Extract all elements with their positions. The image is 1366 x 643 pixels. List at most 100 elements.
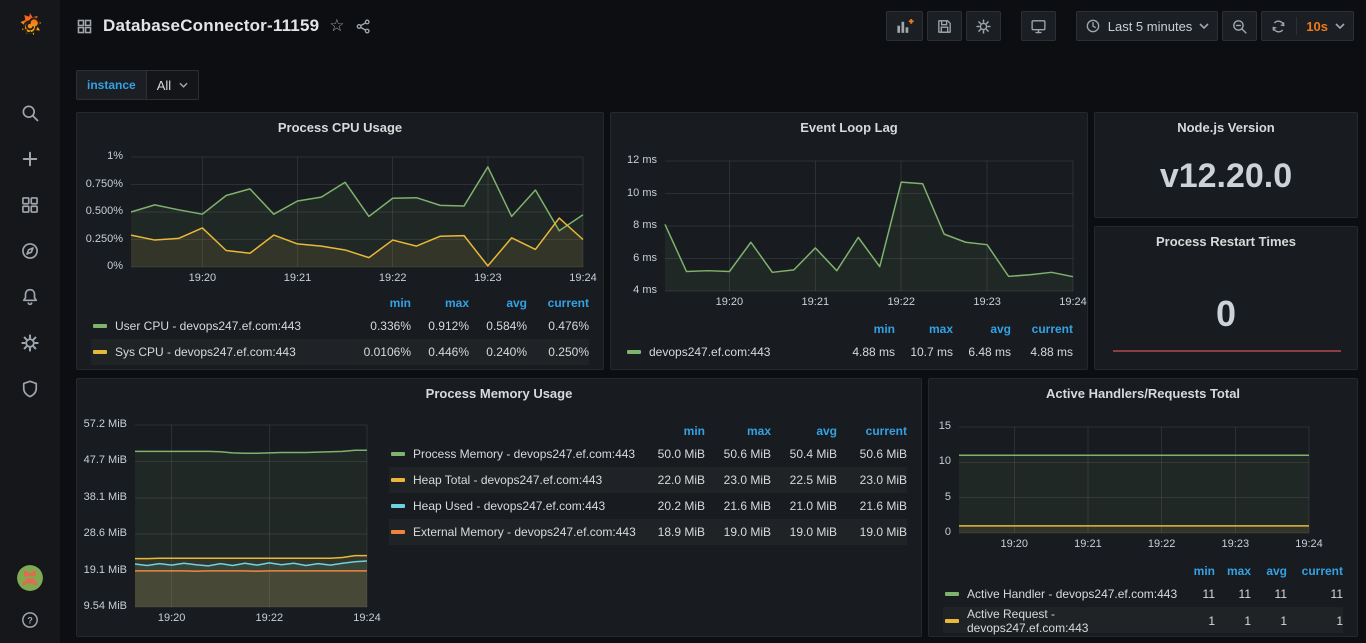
x-axis-tick-label: 19:20: [716, 296, 744, 308]
dashboard-title: DatabaseConnector-11159: [103, 16, 319, 36]
configuration-gear-icon[interactable]: [19, 332, 41, 354]
y-axis-tick-label: 1%: [77, 150, 123, 162]
x-axis-tick-label: 19:23: [474, 272, 502, 284]
series-stat-value: 6.48 ms: [953, 345, 1011, 359]
series-stat-value: 0.240%: [469, 345, 527, 359]
search-icon[interactable]: [19, 102, 41, 124]
series-label[interactable]: Active Request - devops247.ef.com:443: [967, 607, 1179, 635]
legend-series-row[interactable]: Sys CPU - devops247.ef.com:4430.0106%0.4…: [91, 339, 589, 365]
series-color-swatch: [391, 452, 405, 456]
series-stat-value: 21.0 MiB: [771, 499, 837, 513]
variable-value-dropdown[interactable]: All: [146, 70, 199, 100]
dashboard-settings-button[interactable]: [966, 11, 1001, 41]
x-axis-tick-label: 19:20: [158, 612, 186, 624]
panel-process-memory-usage: Process Memory Usage 57.2 MiB47.7 MiB38.…: [76, 378, 922, 637]
series-stat-value: 23.0 MiB: [837, 473, 907, 487]
y-axis-tick-label: 8 ms: [615, 219, 657, 231]
legend-series-row[interactable]: Heap Used - devops247.ef.com:443 20.2 MiB…: [389, 493, 907, 519]
series-color-swatch: [945, 592, 959, 596]
panel-title[interactable]: Node.js Version: [1095, 120, 1357, 135]
panel-title[interactable]: Process Restart Times: [1095, 234, 1357, 249]
series-stat-value: 10.7 ms: [895, 345, 953, 359]
x-axis-tick-label: 19:23: [973, 296, 1001, 308]
x-axis-tick-label: 19:24: [569, 272, 597, 284]
series-stat-value: 19.0 MiB: [771, 525, 837, 539]
plot-lag-svg: [665, 161, 1073, 291]
series-stat-value: 11: [1287, 587, 1343, 601]
event-loop-lag-chart: 12 ms10 ms8 ms6 ms4 ms19:2019:2119:2219:…: [615, 161, 1073, 313]
chevron-down-icon: [179, 82, 188, 88]
refresh-interval-label[interactable]: 10s: [1306, 19, 1328, 34]
legend-series-row[interactable]: Heap Total - devops247.ef.com:44322.0 Mi…: [389, 467, 907, 493]
y-axis-tick-label: 4 ms: [615, 284, 657, 296]
button-divider: [1296, 17, 1297, 35]
series-label[interactable]: Sys CPU - devops247.ef.com:443: [115, 345, 296, 359]
share-icon[interactable]: [355, 18, 372, 35]
zoom-out-icon: [1231, 18, 1248, 35]
legend-header-max: max: [411, 296, 469, 310]
grafana-logo[interactable]: [13, 10, 47, 44]
legend-series-row[interactable]: Active Request - devops247.ef.com:443111…: [943, 607, 1343, 633]
server-admin-shield-icon[interactable]: [19, 378, 41, 400]
panel-process-restart-times: Process Restart Times 0: [1094, 226, 1358, 370]
series-stat-value: 20.2 MiB: [643, 499, 705, 513]
create-plus-icon[interactable]: [19, 148, 41, 170]
panel-title[interactable]: Active Handlers/Requests Total: [929, 386, 1357, 401]
y-axis-tick-label: 6 ms: [615, 252, 657, 264]
panel-title[interactable]: Process Memory Usage: [77, 386, 921, 401]
panel-title[interactable]: Event Loop Lag: [611, 120, 1087, 135]
series-stat-value: 1: [1287, 614, 1343, 628]
legend-series-row[interactable]: devops247.ef.com:4434.88 ms10.7 ms6.48 m…: [625, 339, 1073, 365]
help-icon[interactable]: ?: [19, 609, 41, 631]
legend-series-row[interactable]: User CPU - devops247.ef.com:4430.336%0.9…: [91, 313, 589, 339]
kiosk-mode-button[interactable]: [1021, 11, 1056, 41]
series-color-swatch: [945, 619, 959, 623]
series-label[interactable]: User CPU - devops247.ef.com:443: [115, 319, 301, 333]
explore-compass-icon[interactable]: [19, 240, 41, 262]
handlers-legend: minmaxavgcurrent Active Handler - devops2…: [943, 561, 1343, 633]
legend-header-row: minmaxavgcurrent: [943, 561, 1343, 581]
chevron-down-icon: [1199, 23, 1209, 29]
legend-header-row: minmaxavgcurrent: [91, 293, 589, 313]
series-label[interactable]: External Memory - devops247.ef.com:443: [413, 525, 636, 539]
star-icon[interactable]: ☆: [329, 16, 344, 36]
series-label[interactable]: devops247.ef.com:443: [649, 345, 770, 359]
x-axis-tick-label: 19:22: [379, 272, 407, 284]
user-avatar[interactable]: [17, 565, 43, 591]
time-range-picker[interactable]: Last 5 minutes: [1076, 11, 1219, 41]
series-label[interactable]: Process Memory - devops247.ef.com:443: [413, 447, 635, 461]
plot-handlers-svg: [959, 427, 1309, 533]
add-panel-button[interactable]: [886, 11, 923, 41]
legend-series-row[interactable]: Active Handler - devops247.ef.com:443111…: [943, 581, 1343, 607]
clock-icon: [1085, 18, 1101, 34]
legend-header-min: min: [839, 322, 895, 336]
refresh-button-group[interactable]: 10s: [1261, 11, 1354, 41]
zoom-out-button[interactable]: [1222, 11, 1257, 41]
series-label[interactable]: Heap Total - devops247.ef.com:443: [413, 473, 602, 487]
dashboards-icon[interactable]: [19, 194, 41, 216]
series-color-swatch: [93, 324, 107, 328]
x-axis-tick-label: 19:20: [189, 272, 217, 284]
legend-header-row: minmaxavgcurrent: [625, 319, 1073, 339]
legend-series-row[interactable]: External Memory - devops247.ef.com:44318…: [389, 519, 907, 545]
kiosk-monitor-icon: [1030, 18, 1047, 35]
template-variables-row: instance All: [76, 70, 199, 100]
y-axis-tick-label: 19.1 MiB: [79, 564, 127, 576]
alerting-bell-icon[interactable]: [19, 286, 41, 308]
panel-title[interactable]: Process CPU Usage: [77, 120, 603, 135]
grafana-dashboard: ? DatabaseConnector-11159 ☆: [0, 0, 1366, 643]
legend-header-current: current: [837, 424, 907, 438]
event-loop-lag-legend: minmaxavgcurrentdevops247.ef.com:4434.88…: [625, 319, 1073, 365]
x-axis-tick-label: 19:21: [284, 272, 312, 284]
x-axis-tick-label: 19:24: [1059, 296, 1087, 308]
series-label[interactable]: Heap Used - devops247.ef.com:443: [413, 499, 605, 513]
series-stat-value: 50.0 MiB: [643, 447, 705, 461]
legend-series-row[interactable]: Process Memory - devops247.ef.com:443 50.…: [389, 441, 907, 467]
series-label[interactable]: Active Handler - devops247.ef.com:443: [967, 587, 1177, 601]
panel-process-cpu-usage: Process CPU Usage 1%0.750%0.500%0.250%0%…: [76, 112, 604, 370]
save-dashboard-button[interactable]: [927, 11, 962, 41]
y-axis-tick-label: 0.500%: [77, 205, 123, 217]
series-stat-value: 19.0 MiB: [705, 525, 771, 539]
refresh-icon[interactable]: [1270, 18, 1287, 35]
legend-header-avg: avg: [771, 424, 837, 438]
